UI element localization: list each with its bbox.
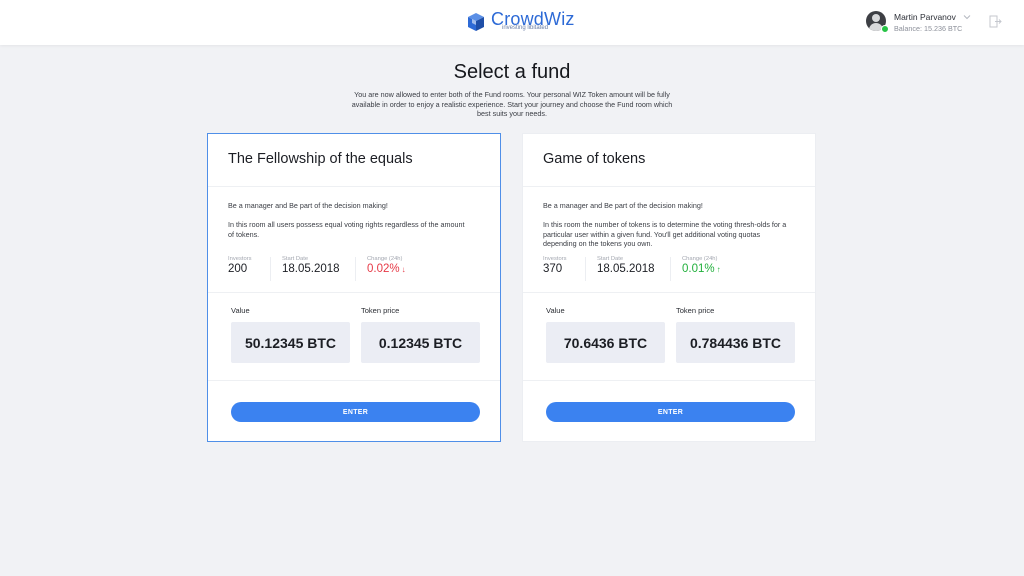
page-title: Select a fund	[453, 61, 571, 83]
change-value: 0.02% ↓	[367, 263, 406, 275]
stat-separator	[355, 257, 356, 281]
change-percent: 0.02%	[367, 263, 400, 275]
start-date-label: Start Date	[282, 256, 309, 262]
investors-stat: Investors 370	[543, 256, 567, 275]
investors-label: Investors	[228, 256, 252, 262]
start-date-stat: Start Date 18.05.2018	[282, 256, 340, 275]
divider	[208, 292, 500, 293]
stat-separator	[270, 257, 271, 281]
logout-icon[interactable]	[989, 15, 1002, 28]
investors-label: Investors	[543, 256, 567, 262]
token-price-display: 0.12345 BTC	[361, 322, 480, 363]
divider	[523, 292, 815, 293]
token-price-label: Token price	[361, 306, 400, 315]
user-balance: Balance: 15.236 BTC	[894, 24, 963, 33]
start-date-label: Start Date	[597, 256, 624, 262]
divider	[208, 380, 500, 381]
arrow-down-icon: ↓	[401, 265, 406, 274]
value-label: Value	[546, 306, 565, 315]
page-intro: You are now allowed to enter both of the…	[351, 90, 673, 118]
divider	[523, 380, 815, 381]
start-date-value: 18.05.2018	[282, 263, 340, 275]
change-stat: Change (24h) 0.02% ↓	[367, 256, 406, 275]
fund-tagline: Be a manager and Be part of the decision…	[228, 201, 388, 210]
investors-value: 200	[228, 263, 248, 275]
investors-value: 370	[543, 263, 563, 275]
token-price-display: 0.784436 BTC	[676, 322, 795, 363]
change-percent: 0.01%	[682, 263, 715, 275]
value-label: Value	[231, 306, 250, 315]
value-display: 70.6436 BTC	[546, 322, 665, 363]
change-value: 0.01% ↑	[682, 263, 721, 275]
cube-logo-icon	[468, 13, 484, 31]
stat-separator	[585, 257, 586, 281]
change-label: Change (24h)	[367, 256, 403, 262]
stat-separator	[670, 257, 671, 281]
start-date-stat: Start Date 18.05.2018	[597, 256, 655, 275]
user-name[interactable]: Martin Parvanov	[894, 12, 956, 22]
change-label: Change (24h)	[682, 256, 718, 262]
fund-description: In this room all users possess equal vot…	[228, 220, 465, 239]
enter-button[interactable]: ENTER	[546, 402, 795, 422]
divider	[208, 186, 500, 187]
fund-title: The Fellowship of the equals	[228, 151, 413, 167]
fund-tagline: Be a manager and Be part of the decision…	[543, 201, 703, 210]
change-stat: Change (24h) 0.01% ↑	[682, 256, 721, 275]
logo-tagline: investing libitated	[502, 25, 549, 31]
chevron-down-icon[interactable]	[963, 14, 971, 20]
arrow-up-icon: ↑	[716, 265, 721, 274]
top-bar: CrowdWiz investing libitated Martin Parv…	[0, 0, 1024, 45]
fund-card-fellowship[interactable]: The Fellowship of the equals Be a manage…	[207, 133, 501, 442]
token-price-label: Token price	[676, 306, 715, 315]
fund-description: In this room the number of tokens is to …	[543, 220, 787, 248]
value-display: 50.12345 BTC	[231, 322, 350, 363]
investors-stat: Investors 200	[228, 256, 252, 275]
fund-title: Game of tokens	[543, 151, 646, 167]
enter-button[interactable]: ENTER	[231, 402, 480, 422]
divider	[523, 186, 815, 187]
online-status-dot	[881, 25, 889, 33]
fund-card-game-of-tokens[interactable]: Game of tokens Be a manager and Be part …	[522, 133, 816, 442]
start-date-value: 18.05.2018	[597, 263, 655, 275]
